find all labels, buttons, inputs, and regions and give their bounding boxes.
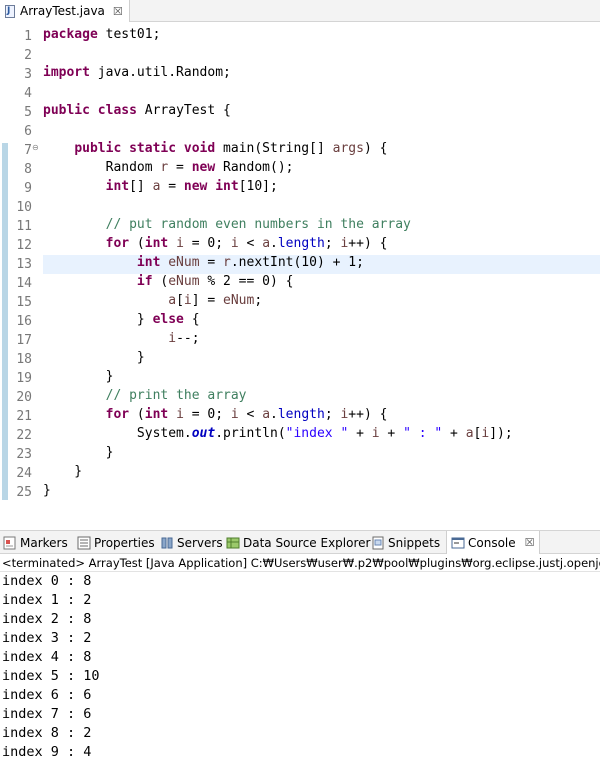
editor-tab-arraytest[interactable]: J ArrayTest.java ☒ bbox=[0, 0, 130, 22]
code-line[interactable] bbox=[43, 198, 600, 217]
line-number: 16 bbox=[16, 314, 32, 329]
tab-label: Data Source Explorer bbox=[243, 535, 371, 550]
views-tab-bar: Markers Properties Servers Data Source Expl… bbox=[0, 530, 600, 554]
code-line[interactable]: a[i] = eNum; bbox=[43, 293, 600, 312]
data-source-explorer-icon bbox=[226, 536, 240, 550]
code-line[interactable] bbox=[43, 46, 600, 65]
code-line[interactable]: // print the array bbox=[43, 388, 600, 407]
console-output-line: index 3 : 2 bbox=[2, 630, 92, 646]
code-line[interactable]: } bbox=[43, 483, 600, 502]
line-number: 19 bbox=[16, 371, 32, 386]
code-line[interactable]: } bbox=[43, 464, 600, 483]
close-view-icon[interactable]: ☒ bbox=[525, 536, 535, 549]
line-number: 13 bbox=[16, 257, 32, 272]
tab-snippets[interactable]: Snippets bbox=[371, 531, 440, 554]
line-number: 12 bbox=[16, 238, 32, 253]
code-line[interactable]: } bbox=[43, 369, 600, 388]
editor-tab-bar: J ArrayTest.java ☒ bbox=[0, 0, 600, 22]
console-output-line: index 5 : 10 bbox=[2, 668, 100, 684]
code-line[interactable]: if (eNum % 2 == 0) { bbox=[43, 274, 600, 293]
editor-tab-label: ArrayTest.java bbox=[20, 4, 105, 18]
tab-label: Servers bbox=[177, 535, 223, 550]
console-output-line: index 0 : 8 bbox=[2, 573, 92, 589]
line-number: 25 bbox=[16, 485, 32, 500]
line-number: 22 bbox=[16, 428, 32, 443]
console-output-line: index 8 : 2 bbox=[2, 725, 92, 741]
line-number: 10 bbox=[16, 200, 32, 215]
properties-icon bbox=[77, 536, 91, 550]
line-number: 23 bbox=[16, 447, 32, 462]
code-line[interactable]: public static void main(String[] args) { bbox=[43, 141, 600, 160]
line-number: 7 bbox=[24, 143, 32, 158]
code-line[interactable]: // put random even numbers in the array bbox=[43, 217, 600, 236]
code-line[interactable]: import java.util.Random; bbox=[43, 65, 600, 84]
line-number: 21 bbox=[16, 409, 32, 424]
code-line[interactable]: i--; bbox=[43, 331, 600, 350]
line-number: 15 bbox=[16, 295, 32, 310]
console-output-line: index 2 : 8 bbox=[2, 611, 92, 627]
console-output-line: index 4 : 8 bbox=[2, 649, 92, 665]
code-line[interactable]: for (int i = 0; i < a.length; i++) { bbox=[43, 407, 600, 426]
line-number: 8 bbox=[24, 162, 32, 177]
code-area[interactable]: package test01; import java.util.Random; p… bbox=[43, 22, 600, 520]
console-output[interactable]: index 0 : 8 index 1 : 2 index 2 : 8 index 3… bbox=[0, 572, 600, 768]
line-number: 14 bbox=[16, 276, 32, 291]
code-line[interactable]: System.out.println("index " + i + " : " … bbox=[43, 426, 600, 445]
java-file-icon: J bbox=[4, 4, 16, 18]
tab-servers[interactable]: Servers bbox=[160, 531, 223, 554]
tab-markers[interactable]: Markers bbox=[3, 531, 68, 554]
tab-label: Properties bbox=[94, 535, 155, 550]
code-line[interactable]: } bbox=[43, 445, 600, 464]
code-line[interactable]: } bbox=[43, 350, 600, 369]
code-line[interactable]: public class ArrayTest { bbox=[43, 103, 600, 122]
code-line[interactable]: Random r = new Random(); bbox=[43, 160, 600, 179]
console-status-line: <terminated> ArrayTest [Java Application… bbox=[0, 554, 600, 572]
line-number: 3 bbox=[24, 67, 32, 82]
line-number: 5 bbox=[24, 105, 32, 120]
code-line[interactable]: for (int i = 0; i < a.length; i++) { bbox=[43, 236, 600, 255]
line-number: 20 bbox=[16, 390, 32, 405]
line-number: 6 bbox=[24, 124, 32, 139]
console-output-line: index 9 : 4 bbox=[2, 744, 92, 760]
line-number-gutter: 1 2 3 4 5 6 7 ⊖ 8 9 10 11 12 13 14 15 16 17 18 19 20 21 22 23 24… bbox=[10, 22, 38, 520]
line-number: 2 bbox=[24, 48, 32, 63]
tab-console[interactable]: Console ☒ bbox=[446, 531, 540, 554]
tab-label: Console bbox=[468, 535, 516, 550]
tab-data-source-explorer[interactable]: Data Source Explorer bbox=[226, 531, 370, 554]
tab-label: Snippets bbox=[388, 535, 441, 550]
line-number: 9 bbox=[24, 181, 32, 196]
console-output-line: index 6 : 6 bbox=[2, 687, 92, 703]
line-number: 24 bbox=[16, 466, 32, 481]
line-number: 4 bbox=[24, 86, 32, 101]
code-line[interactable] bbox=[43, 84, 600, 103]
snippets-icon bbox=[371, 536, 385, 550]
change-indicator-bar bbox=[2, 143, 8, 500]
console-output-line: index 1 : 2 bbox=[2, 592, 92, 608]
code-line[interactable] bbox=[43, 122, 600, 141]
code-line[interactable]: package test01; bbox=[43, 27, 600, 46]
console-output-line: index 7 : 6 bbox=[2, 706, 92, 722]
line-number: 11 bbox=[16, 219, 32, 234]
line-number: 18 bbox=[16, 352, 32, 367]
servers-icon bbox=[160, 536, 174, 550]
line-number: 17 bbox=[16, 333, 32, 348]
line-number: 1 bbox=[24, 29, 32, 44]
close-tab-icon[interactable]: ☒ bbox=[113, 5, 123, 18]
console-icon bbox=[451, 536, 465, 550]
code-line[interactable]: int[] a = new int[10]; bbox=[43, 179, 600, 198]
code-line[interactable]: } else { bbox=[43, 312, 600, 331]
code-line-current[interactable]: int eNum = r.nextInt(10) + 1; bbox=[43, 255, 600, 274]
tab-properties[interactable]: Properties bbox=[77, 531, 155, 554]
fold-collapse-icon[interactable]: ⊖ bbox=[32, 143, 41, 152]
markers-icon bbox=[3, 536, 17, 550]
tab-label: Markers bbox=[20, 535, 68, 550]
code-editor[interactable]: 1 2 3 4 5 6 7 ⊖ 8 9 10 11 12 13 14 15 16 17 18 19 20 21 22 23 24… bbox=[0, 22, 600, 520]
